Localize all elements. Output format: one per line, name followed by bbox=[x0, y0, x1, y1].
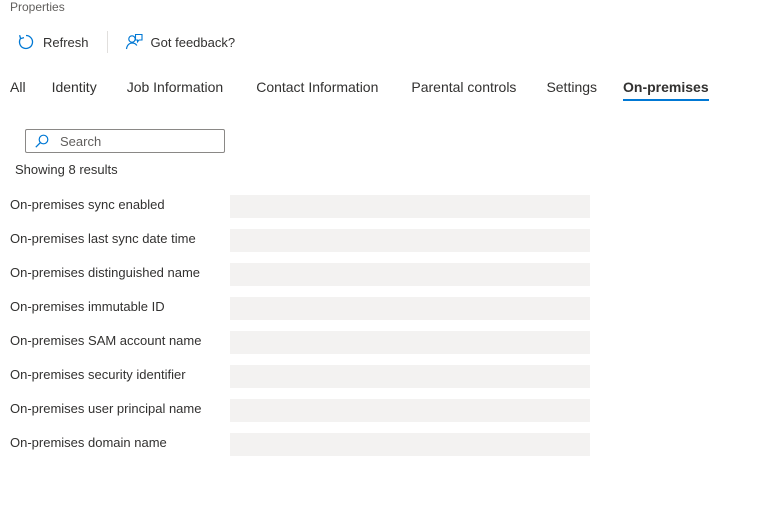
search-icon bbox=[34, 133, 50, 149]
property-value bbox=[230, 229, 590, 252]
search-input[interactable] bbox=[60, 133, 210, 149]
property-row-sync-enabled: On-premises sync enabled bbox=[10, 193, 590, 227]
toolbar-divider bbox=[106, 31, 108, 53]
property-label: On-premises security identifier bbox=[10, 367, 186, 382]
property-value bbox=[230, 263, 590, 286]
refresh-icon bbox=[16, 32, 36, 52]
property-label: On-premises distinguished name bbox=[10, 265, 201, 280]
tab-settings[interactable]: Settings bbox=[546, 75, 597, 103]
property-value bbox=[230, 433, 590, 456]
property-row-domain-name: On-premises domain name bbox=[10, 431, 590, 465]
property-label: On-premises immutable ID bbox=[10, 299, 165, 314]
results-count: Showing 8 results bbox=[15, 162, 118, 177]
property-label: On-premises SAM account name bbox=[10, 333, 202, 348]
property-list: On-premises sync enabled On-premises las… bbox=[10, 193, 590, 465]
tab-job-information[interactable]: Job Information bbox=[127, 75, 224, 103]
property-value bbox=[230, 297, 590, 320]
property-row-user-principal-name: On-premises user principal name bbox=[10, 397, 590, 431]
tab-parental-controls[interactable]: Parental controls bbox=[411, 75, 516, 103]
property-label: On-premises last sync date time bbox=[10, 231, 196, 246]
property-row-security-identifier: On-premises security identifier bbox=[10, 363, 590, 397]
tab-bar: All Identity Job Information Contact Inf… bbox=[10, 75, 709, 107]
property-value bbox=[230, 399, 590, 422]
property-value bbox=[230, 365, 590, 388]
tab-on-premises[interactable]: On-premises bbox=[623, 75, 709, 103]
property-label: On-premises sync enabled bbox=[10, 197, 165, 212]
property-row-sam-account-name: On-premises SAM account name bbox=[10, 329, 590, 363]
page-title: Properties bbox=[10, 0, 65, 14]
property-row-last-sync-date-time: On-premises last sync date time bbox=[10, 227, 590, 261]
feedback-label: Got feedback? bbox=[150, 34, 236, 50]
property-label: On-premises user principal name bbox=[10, 401, 202, 416]
search-box[interactable] bbox=[25, 129, 225, 153]
property-row-immutable-id: On-premises immutable ID bbox=[10, 295, 590, 329]
property-value bbox=[230, 195, 590, 218]
tab-identity[interactable]: Identity bbox=[52, 75, 97, 103]
tab-all[interactable]: All bbox=[10, 75, 26, 103]
properties-page: Properties Refresh Got feedback? All Ide… bbox=[0, 0, 772, 509]
feedback-button[interactable]: Got feedback? bbox=[118, 30, 244, 54]
refresh-button[interactable]: Refresh bbox=[10, 30, 97, 54]
toolbar: Refresh Got feedback? bbox=[10, 30, 243, 54]
tab-contact-information[interactable]: Contact Information bbox=[256, 75, 378, 103]
property-row-distinguished-name: On-premises distinguished name bbox=[10, 261, 590, 295]
refresh-label: Refresh bbox=[43, 34, 89, 50]
feedback-icon bbox=[124, 32, 144, 52]
property-value bbox=[230, 331, 590, 354]
property-label: On-premises domain name bbox=[10, 435, 167, 450]
